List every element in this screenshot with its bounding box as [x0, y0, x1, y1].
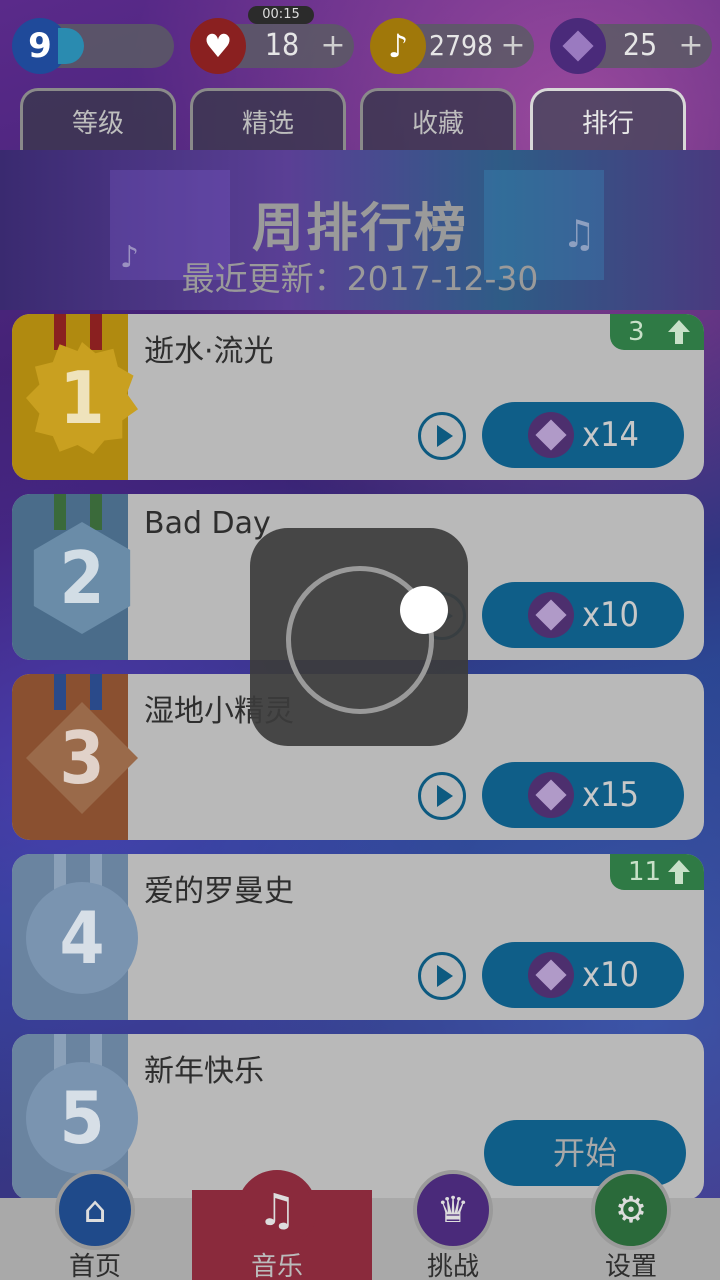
- loading-spinner: [250, 528, 468, 746]
- spinner-dot: [400, 586, 448, 634]
